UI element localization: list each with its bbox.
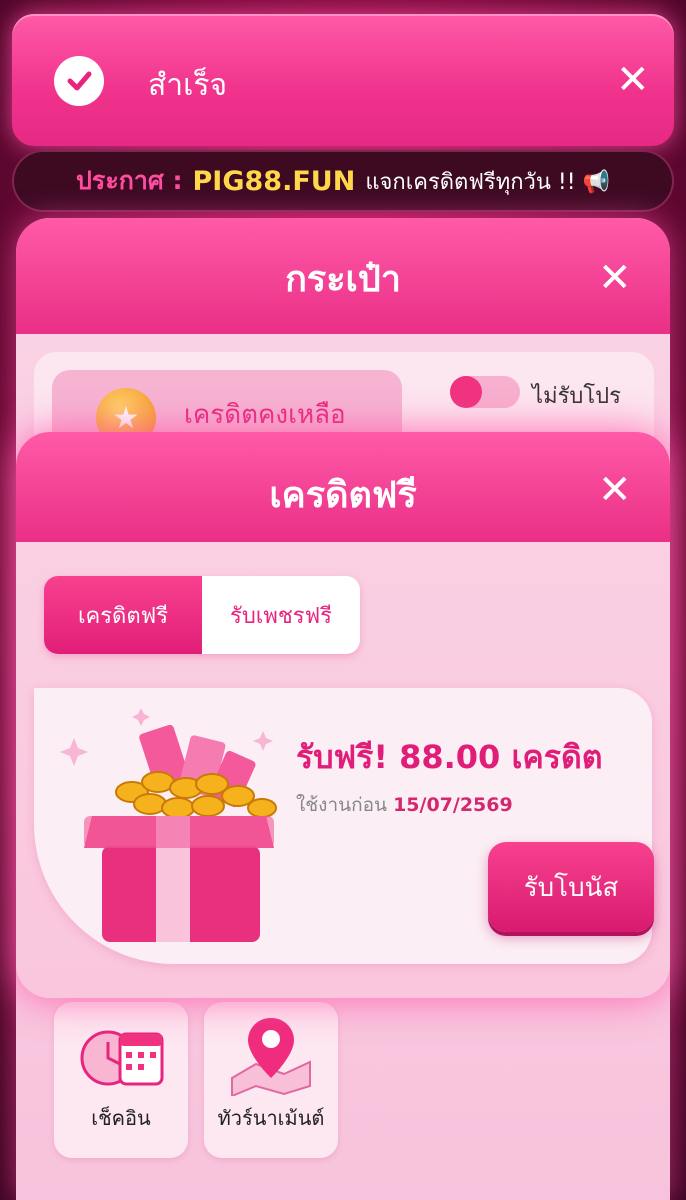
announcement-message: แจกเครดิตฟรีทุกวัน !! 📢 [365, 169, 610, 195]
free-credit-title: เครดิตฟรี [269, 475, 417, 516]
claim-bonus-button[interactable]: รับโบนัส [488, 842, 654, 932]
no-promo-label: ไม่รับโปร [532, 384, 621, 409]
tile-checkin[interactable]: เช็คอิน [54, 1002, 188, 1158]
toggle-knob [450, 376, 482, 408]
free-credit-close-icon[interactable]: ✕ [598, 470, 632, 510]
free-credit-modal: เครดิตฟรี ✕ เครดิตฟรี รับเพชรฟรี รับฟรี!… [16, 432, 670, 998]
credit-balance-label: เครดิตคงเหลือ [184, 400, 346, 430]
check-circle-icon [54, 56, 104, 106]
tile-checkin-label: เช็คอิน [91, 1106, 151, 1130]
tab-free-credit[interactable]: เครดิตฟรี [44, 576, 202, 654]
toast-title: สำเร็จ [148, 68, 228, 103]
tab-free-diamond[interactable]: รับเพชรฟรี [202, 576, 360, 654]
announcement-label: ประกาศ : [76, 166, 183, 195]
gift-box-icon [60, 708, 277, 942]
tile-tournament[interactable]: ทัวร์นาเม้นต์ [204, 1002, 338, 1158]
announcement-site: PIG88.FUN [192, 165, 356, 197]
offer-expiry-label: ใช้งานก่อน [296, 794, 388, 816]
free-credit-offer-card: รับฟรี! 88.00 เครดิต ใช้งานก่อน 15/07/25… [34, 688, 654, 964]
wallet-close-icon[interactable]: ✕ [598, 258, 632, 298]
wallet-title: กระเป๋า [285, 259, 401, 300]
tile-tournament-label: ทัวร์นาเม้นต์ [217, 1106, 325, 1130]
offer-expiry: ใช้งานก่อน 15/07/2569 [296, 790, 513, 820]
offer-title: รับฟรี! 88.00 เครดิต [296, 738, 603, 776]
calendar-clock-icon [80, 1030, 164, 1086]
no-promo-toggle[interactable] [450, 376, 520, 408]
free-credit-tabs: เครดิตฟรี รับเพชรฟรี [44, 576, 360, 654]
toast-close-icon[interactable]: ✕ [616, 60, 650, 100]
map-pin-icon [231, 1018, 311, 1096]
success-toast: สำเร็จ ✕ [12, 14, 674, 146]
offer-expiry-date: 15/07/2569 [393, 794, 513, 816]
announcement-bar: ประกาศ : PIG88.FUN แจกเครดิตฟรีทุกวัน !!… [12, 150, 674, 212]
